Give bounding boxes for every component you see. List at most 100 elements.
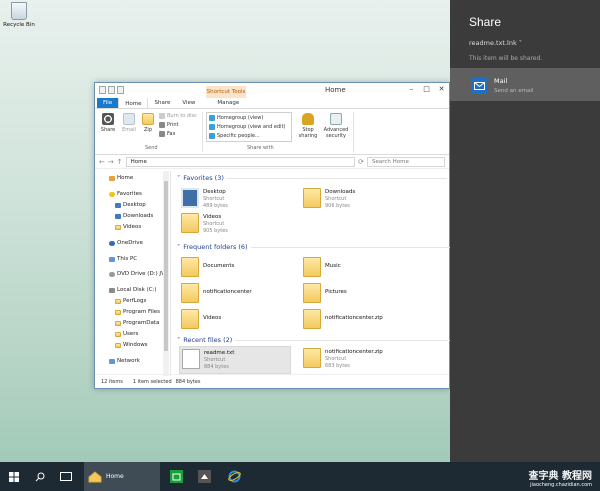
specific-people-label: Specific people... bbox=[217, 133, 260, 139]
desktop-icon bbox=[115, 202, 121, 208]
item-name: readme.txt bbox=[204, 350, 235, 356]
forward-arrow-icon[interactable]: → bbox=[108, 158, 114, 166]
item-size: 884 bytes bbox=[204, 364, 229, 370]
item-name: Documents bbox=[203, 263, 235, 269]
folder-icon bbox=[115, 298, 121, 304]
search-input[interactable]: Search Home bbox=[367, 156, 445, 167]
internet-explorer-icon bbox=[227, 470, 241, 483]
navigation-scrollbar[interactable] bbox=[163, 171, 169, 376]
stop-sharing-label: Stop sharing bbox=[298, 127, 318, 139]
nav-item-downloads[interactable]: Downloads bbox=[115, 213, 153, 219]
close-button[interactable]: ✕ bbox=[434, 83, 449, 95]
zip-button[interactable]: Zip bbox=[141, 113, 155, 133]
search-button[interactable] bbox=[30, 462, 50, 491]
nav-item-dvd-drive[interactable]: DVD Drive (D:) JV bbox=[109, 271, 165, 277]
address-bar[interactable]: Home bbox=[125, 156, 356, 167]
list-item[interactable]: readme.txt Shortcut 884 bytes bbox=[179, 346, 291, 374]
advanced-security-label: Advanced security bbox=[323, 127, 349, 139]
nav-item-users[interactable]: Users bbox=[115, 331, 138, 337]
section-header-recent-files[interactable]: ˅ Recent files (2) bbox=[177, 336, 455, 344]
printer-icon bbox=[159, 122, 165, 128]
specific-people-option[interactable]: Specific people... bbox=[209, 133, 260, 139]
scrollbar-thumb[interactable] bbox=[164, 181, 168, 351]
section-header-frequent-folders[interactable]: ˅ Frequent folders (6) bbox=[177, 243, 471, 251]
tab-share[interactable]: Share bbox=[148, 97, 176, 108]
nav-item-videos[interactable]: Videos bbox=[115, 224, 141, 230]
taskbar-app-button[interactable] bbox=[194, 462, 214, 491]
nav-item-local-disk[interactable]: Local Disk (C:) bbox=[109, 287, 157, 293]
share-button[interactable]: Share bbox=[99, 113, 117, 133]
downloads-icon bbox=[115, 213, 121, 219]
nav-item-favorites[interactable]: Favorites bbox=[109, 191, 142, 197]
nav-item-desktop[interactable]: Desktop bbox=[115, 202, 146, 208]
ribbon-tabs: File Home Share View Manage bbox=[95, 97, 449, 109]
nav-item-label: Favorites bbox=[117, 191, 142, 197]
chevron-down-icon: ˅ bbox=[177, 336, 181, 344]
customize-toolbar-icon[interactable] bbox=[117, 86, 124, 94]
nav-item-perflogs[interactable]: PerfLogs bbox=[115, 298, 146, 304]
up-arrow-icon[interactable]: ↑ bbox=[117, 158, 123, 166]
fax-button[interactable]: Fax bbox=[159, 131, 175, 137]
maximize-button[interactable]: □ bbox=[419, 83, 434, 95]
burn-to-disc-label: Burn to disc bbox=[167, 113, 197, 119]
nav-item-home[interactable]: Home bbox=[109, 175, 133, 181]
nav-item-windows[interactable]: Windows bbox=[115, 342, 148, 348]
taskbar-explorer-button[interactable]: Home bbox=[84, 462, 160, 491]
list-item[interactable]: Downloads Shortcut 906 bytes bbox=[301, 186, 413, 216]
list-item[interactable]: notificationcenter.zip Shortcut 683 byte… bbox=[301, 346, 413, 374]
folder-icon bbox=[181, 257, 199, 277]
home-folder-icon bbox=[88, 470, 102, 482]
nav-item-network[interactable]: Network bbox=[109, 358, 140, 364]
burn-to-disc-button[interactable]: Burn to disc bbox=[159, 113, 197, 119]
properties-icon[interactable] bbox=[99, 86, 106, 94]
share-target-mail[interactable]: Mail Send an email bbox=[450, 68, 600, 101]
folder-icon bbox=[115, 224, 121, 230]
ribbon-divider bbox=[202, 112, 203, 152]
nav-item-label: Desktop bbox=[123, 202, 146, 208]
tab-file[interactable]: File bbox=[97, 97, 119, 108]
share-charm-pane: Share readme.txt.lnk ˅ This item will be… bbox=[450, 0, 600, 462]
list-item[interactable]: Videos Shortcut 905 bytes bbox=[179, 211, 291, 241]
new-folder-icon[interactable] bbox=[108, 86, 115, 94]
folder-icon bbox=[181, 309, 199, 329]
item-name: notificationcenter.zip bbox=[325, 315, 383, 321]
back-arrow-icon[interactable]: ← bbox=[99, 158, 105, 166]
nav-item-this-pc[interactable]: This PC bbox=[109, 256, 137, 262]
refresh-icon[interactable]: ⟳ bbox=[358, 158, 364, 166]
watermark-url: jiaocheng.chazidian.com bbox=[530, 482, 592, 488]
taskbar: Home bbox=[0, 462, 600, 491]
task-view-button[interactable] bbox=[56, 462, 76, 491]
stop-sharing-button[interactable]: Stop sharing bbox=[297, 113, 319, 139]
shared-file-dropdown[interactable]: readme.txt.lnk ˅ bbox=[469, 39, 522, 47]
minimize-button[interactable]: – bbox=[404, 83, 419, 95]
section-title: Recent files (2) bbox=[183, 336, 233, 344]
nav-item-program-files[interactable]: Program Files bbox=[115, 309, 160, 315]
task-view-icon bbox=[60, 472, 72, 481]
advanced-security-button[interactable]: Advanced security bbox=[323, 113, 349, 139]
print-button[interactable]: Print bbox=[159, 122, 179, 128]
folder-icon bbox=[115, 320, 121, 326]
homegroup-view-option[interactable]: Homegroup (view) bbox=[209, 115, 263, 121]
tab-manage[interactable]: Manage bbox=[211, 97, 245, 108]
homegroup-view-edit-option[interactable]: Homegroup (view and edit) bbox=[209, 124, 285, 130]
tab-view[interactable]: View bbox=[176, 97, 201, 108]
list-item[interactable]: notificationcenter.zip bbox=[301, 307, 413, 337]
recycle-bin-desktop-icon[interactable]: Recycle Bin bbox=[2, 2, 36, 28]
list-item[interactable]: Videos bbox=[179, 307, 291, 337]
section-header-favorites[interactable]: ˅ Favorites (3) bbox=[177, 174, 447, 182]
item-name: notificationcenter bbox=[203, 289, 252, 295]
share-target-name: Mail bbox=[494, 77, 508, 85]
nav-item-label: Users bbox=[123, 331, 139, 337]
nav-item-programdata[interactable]: ProgramData bbox=[115, 320, 159, 326]
tab-home[interactable]: Home bbox=[118, 97, 149, 108]
store-button[interactable] bbox=[166, 462, 186, 491]
mail-icon bbox=[471, 78, 487, 94]
start-button[interactable] bbox=[4, 462, 24, 491]
nav-item-onedrive[interactable]: OneDrive bbox=[109, 240, 143, 246]
zip-icon bbox=[142, 113, 154, 125]
nav-item-label: Videos bbox=[123, 224, 142, 230]
zip-folder-icon bbox=[303, 348, 321, 368]
internet-explorer-button[interactable] bbox=[224, 462, 244, 491]
email-button[interactable]: Email bbox=[120, 113, 138, 133]
dvd-drive-icon bbox=[109, 271, 115, 277]
